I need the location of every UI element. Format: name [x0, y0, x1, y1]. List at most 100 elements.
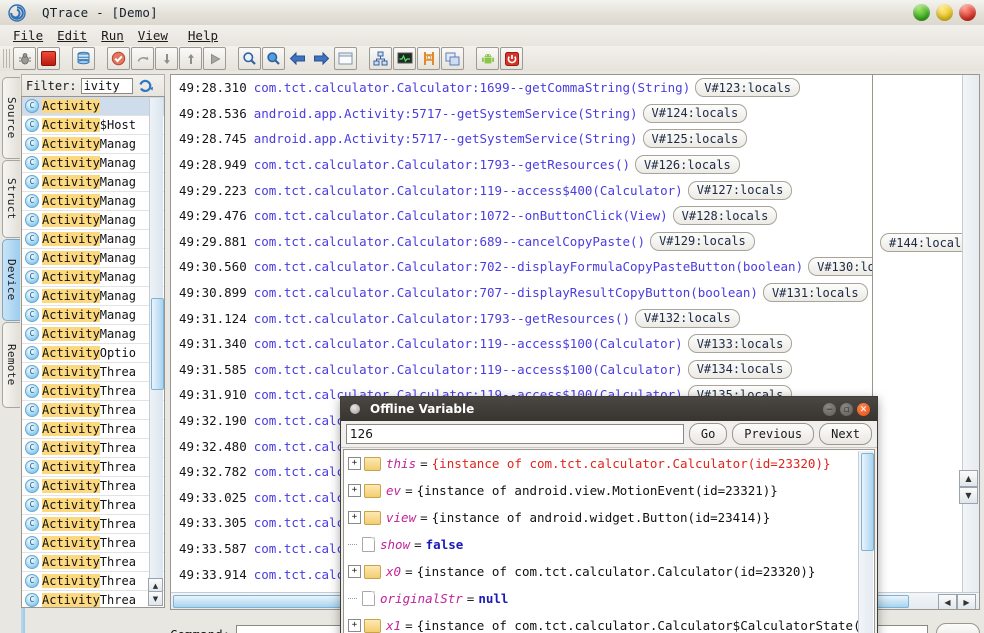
- close-button[interactable]: [959, 4, 976, 21]
- variable-row[interactable]: + ev = {instance of android.view.MotionEven…: [344, 477, 858, 504]
- trace-locals-chip[interactable]: V#133:locals: [687, 334, 793, 354]
- debug-bug-icon[interactable]: [13, 47, 36, 70]
- trace-locals-chip[interactable]: V#123:locals: [695, 78, 800, 98]
- monitor-icon[interactable]: [393, 47, 416, 70]
- expand-plus-icon[interactable]: +: [348, 457, 361, 470]
- list-item[interactable]: C ActivityThrea: [22, 477, 164, 496]
- list-item[interactable]: C ActivityManag: [22, 135, 164, 154]
- list-item[interactable]: C ActivityManag: [22, 325, 164, 344]
- next-button[interactable]: Next: [819, 423, 872, 445]
- trace-locals-chip[interactable]: V#127:locals: [687, 180, 793, 200]
- list-item[interactable]: C ActivityThrea: [22, 496, 164, 515]
- back-arrow-icon[interactable]: [286, 47, 309, 70]
- class-list-scroll-down[interactable]: ▼: [148, 591, 163, 606]
- trace-row[interactable]: 49:31.124 com.tct.calculator.Calculator:1…: [171, 305, 953, 331]
- filter-input[interactable]: ivity: [80, 77, 133, 94]
- variable-row[interactable]: + x0 = {instance of com.tct.calculator.Calc…: [344, 558, 858, 585]
- menu-view[interactable]: View: [131, 27, 175, 44]
- step-out-icon[interactable]: [179, 47, 202, 70]
- sidebar-tab-device[interactable]: Device: [2, 239, 20, 321]
- trace-row[interactable]: 49:30.560 com.tct.calculator.Calculator:7…: [171, 254, 953, 280]
- trace-row[interactable]: 49:29.476 com.tct.calculator.Calculator:1…: [171, 203, 953, 229]
- expand-plus-icon[interactable]: +: [348, 565, 361, 578]
- dialog-close-button[interactable]: ✕: [857, 403, 870, 416]
- trace-row[interactable]: 49:29.881 com.tct.calculator.Calculator:6…: [171, 229, 953, 255]
- list-item[interactable]: C Activity: [22, 97, 164, 116]
- maximize-button[interactable]: [936, 4, 953, 21]
- list-item[interactable]: C ActivityThrea: [22, 572, 164, 591]
- list-item[interactable]: C ActivityThrea: [22, 458, 164, 477]
- menu-edit[interactable]: Edit: [50, 27, 94, 44]
- variable-row[interactable]: + view = {instance of android.widget.Button…: [344, 504, 858, 531]
- list-item[interactable]: C ActivityManag: [22, 249, 164, 268]
- go-button[interactable]: Go: [688, 423, 728, 445]
- list-item[interactable]: C Activity$Host: [22, 116, 164, 135]
- secondary-scroll-left[interactable]: ◀: [938, 594, 957, 609]
- previous-button[interactable]: Previous: [732, 423, 815, 445]
- list-item[interactable]: C ActivityManag: [22, 268, 164, 287]
- command-more-button[interactable]: ...: [936, 623, 980, 633]
- trace-locals-chip[interactable]: V#124:locals: [642, 103, 748, 123]
- trace-locals-chip[interactable]: V#129:locals: [650, 231, 755, 251]
- sidebar-tab-source[interactable]: Source: [2, 77, 20, 159]
- secondary-vertical-scrollbar[interactable]: [962, 75, 979, 593]
- variable-row[interactable]: + this = {instance of com.tct.calculator.Ca…: [344, 450, 858, 477]
- secondary-scroll-right[interactable]: ▶: [957, 594, 976, 609]
- screens-icon[interactable]: [441, 47, 464, 70]
- list-item[interactable]: C ActivityOptio: [22, 344, 164, 363]
- list-item[interactable]: C ActivityThrea: [22, 363, 164, 382]
- list-item[interactable]: C ActivityManag: [22, 230, 164, 249]
- list-item[interactable]: C ActivityThrea: [22, 420, 164, 439]
- threads-icon[interactable]: [417, 47, 440, 70]
- secondary-horizontal-scrollbar[interactable]: ◀ ▶: [873, 592, 979, 609]
- trace-row[interactable]: 49:31.340 com.tct.calculator.Calculator:1…: [171, 331, 953, 357]
- variable-tree[interactable]: + this = {instance of com.tct.calculator.Ca…: [343, 449, 875, 633]
- list-item[interactable]: C ActivityThrea: [22, 553, 164, 572]
- trace-row[interactable]: 49:30.899 com.tct.calculator.Calculator:7…: [171, 280, 953, 306]
- list-item[interactable]: C ActivityManag: [22, 306, 164, 325]
- menu-file[interactable]: File: [6, 27, 50, 44]
- variable-row[interactable]: + x1 = {instance of com.tct.calculator.Calc…: [344, 612, 858, 633]
- menu-run[interactable]: Run: [94, 27, 131, 44]
- trace-locals-chip[interactable]: V#131:locals: [762, 283, 868, 303]
- secondary-scroll-down[interactable]: ▼: [959, 487, 978, 504]
- expand-plus-icon[interactable]: +: [348, 619, 361, 632]
- variable-tree-scroll-thumb[interactable]: [861, 453, 874, 551]
- variable-row[interactable]: originalStr = null: [344, 585, 858, 612]
- list-item[interactable]: C ActivityThrea: [22, 591, 164, 607]
- list-item[interactable]: C ActivityManag: [22, 173, 164, 192]
- class-list[interactable]: C Activity C Activity$Host C ActivityManag C Ac…: [21, 96, 165, 608]
- toolbar-grip[interactable]: [3, 49, 10, 68]
- list-item[interactable]: C ActivityThrea: [22, 439, 164, 458]
- zoom-search-alt-icon[interactable]: [262, 47, 285, 70]
- resume-play-icon[interactable]: [203, 47, 226, 70]
- list-item[interactable]: C ActivityThrea: [22, 382, 164, 401]
- sidebar-tab-struct[interactable]: Struct: [2, 160, 20, 238]
- secondary-scroll-up[interactable]: ▲: [959, 470, 978, 487]
- step-over-icon[interactable]: [131, 47, 154, 70]
- trace-locals-chip[interactable]: V#132:locals: [635, 308, 740, 328]
- secondary-horizontal-scroll-thumb[interactable]: [875, 595, 909, 608]
- trace-locals-chip[interactable]: V#134:locals: [687, 359, 793, 379]
- trace-row[interactable]: 49:28.536 android.app.Activity:5717--getS…: [171, 101, 953, 127]
- hierarchy-icon[interactable]: [369, 47, 392, 70]
- power-icon[interactable]: [500, 47, 523, 70]
- list-item[interactable]: C ActivityManag: [22, 154, 164, 173]
- list-item[interactable]: C ActivityThrea: [22, 534, 164, 553]
- dialog-maximize-button[interactable]: ▫: [840, 403, 853, 416]
- sidebar-tab-remote[interactable]: Remote: [2, 322, 20, 408]
- stop-record-icon[interactable]: [37, 47, 60, 70]
- menu-help[interactable]: Help: [181, 27, 225, 44]
- forward-arrow-icon[interactable]: [310, 47, 333, 70]
- trace-locals-chip[interactable]: V#125:locals: [642, 129, 748, 149]
- refresh-arrow-icon[interactable]: [138, 78, 155, 94]
- zoom-search-icon[interactable]: [238, 47, 261, 70]
- list-item[interactable]: C ActivityManag: [22, 211, 164, 230]
- dialog-minimize-button[interactable]: −: [823, 403, 836, 416]
- variable-index-input[interactable]: 126: [346, 424, 684, 444]
- android-icon[interactable]: [476, 47, 499, 70]
- trace-row[interactable]: 49:28.949 com.tct.calculator.Calculator:1…: [171, 152, 953, 178]
- class-list-scrollbar[interactable]: [149, 98, 164, 606]
- trace-locals-chip[interactable]: V#126:locals: [635, 155, 740, 175]
- trace-row[interactable]: 49:31.585 com.tct.calculator.Calculator:1…: [171, 357, 953, 383]
